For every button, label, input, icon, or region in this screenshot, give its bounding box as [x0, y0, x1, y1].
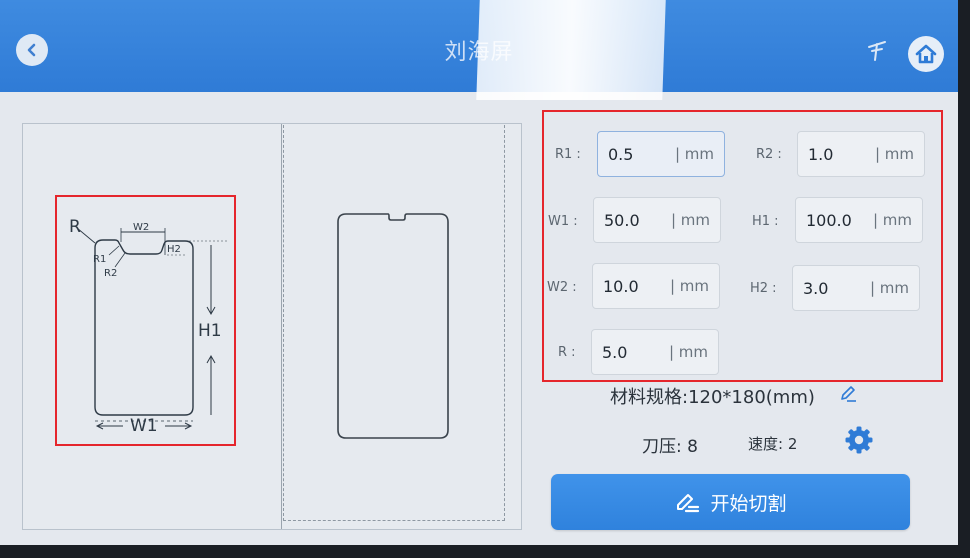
diagram-label-w2: W2: [133, 222, 150, 233]
param-value-h1: 100.0: [806, 210, 852, 230]
param-field-w2[interactable]: 10.0 | mm: [592, 263, 720, 309]
start-cutting-button[interactable]: 开始切割: [551, 474, 910, 530]
param-field-h2[interactable]: 3.0 | mm: [792, 265, 920, 311]
param-unit-w1: | mm: [670, 211, 710, 229]
param-field-r1[interactable]: 0.5 | mm: [597, 131, 725, 177]
param-label-w2: W2 :: [547, 280, 577, 295]
param-label-r: R :: [558, 345, 576, 360]
param-label-r2: R2 :: [756, 147, 782, 162]
param-value-r2: 1.0: [808, 144, 834, 164]
param-value-w2: 10.0: [603, 276, 639, 296]
diagram-label-h2: H2: [167, 244, 181, 255]
material-spec: 材料规格:120*180(mm): [610, 387, 815, 408]
device-screen: 刘海屏: [0, 0, 958, 545]
param-unit-h2: | mm: [869, 279, 909, 297]
param-value-w1: 50.0: [604, 210, 640, 230]
param-unit-r: | mm: [668, 343, 708, 361]
param-value-h2: 3.0: [803, 278, 829, 298]
param-field-w1[interactable]: 50.0 | mm: [593, 197, 721, 243]
param-field-h1[interactable]: 100.0 | mm: [795, 197, 923, 243]
param-label-h1: H1 :: [752, 214, 779, 229]
param-field-r2[interactable]: 1.0 | mm: [797, 131, 925, 177]
preview-divider: [281, 124, 282, 529]
notch-screen-preview-shape: [337, 213, 449, 439]
diagram-label-r2: R2: [104, 268, 118, 279]
param-field-r[interactable]: 5.0 | mm: [591, 329, 719, 375]
param-label-h2: H2 :: [750, 281, 777, 296]
screen-glare: [476, 0, 666, 100]
home-icon: [915, 44, 937, 64]
param-unit-r1: | mm: [674, 145, 714, 163]
diagram-label-r1: R1: [93, 254, 107, 265]
diagram-label-r: R: [69, 217, 81, 237]
airplane-icon[interactable]: [864, 38, 890, 64]
home-button[interactable]: [908, 36, 944, 72]
param-unit-r2: | mm: [874, 145, 914, 163]
param-value-r: 5.0: [602, 342, 628, 362]
diagram-label-h1: H1: [198, 321, 222, 341]
gear-icon[interactable]: [844, 425, 874, 455]
blade-pressure: 刀压: 8: [642, 437, 698, 457]
param-value-r1: 0.5: [608, 144, 634, 164]
cut-pen-icon: [674, 489, 700, 515]
diagram-label-w1: W1: [130, 416, 158, 436]
blade-speed: 速度: 2: [748, 435, 798, 453]
param-label-w1: W1 :: [548, 214, 578, 229]
start-cutting-label: 开始切割: [710, 492, 787, 515]
param-unit-h1: | mm: [872, 211, 912, 229]
param-label-r1: R1 :: [555, 147, 581, 162]
notch-dimension-diagram: R W2 H2 R1 R2 H1 W1: [55, 195, 236, 446]
param-unit-w2: | mm: [669, 277, 709, 295]
edit-pencil-icon[interactable]: [838, 384, 858, 404]
